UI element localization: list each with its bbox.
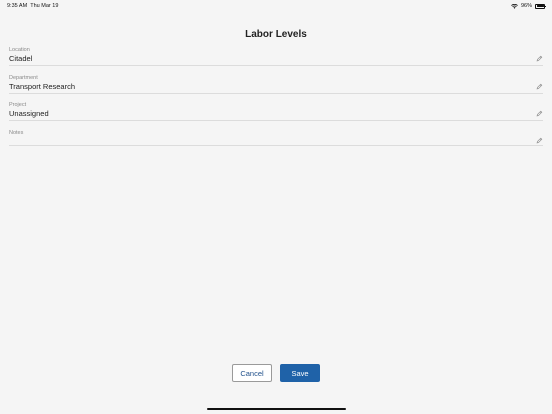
status-time-text: 9:35 AM: [7, 3, 28, 9]
project-field[interactable]: Project Unassigned: [9, 102, 543, 121]
status-time: 9:35 AM Thu Mar 19: [7, 3, 58, 9]
pencil-icon[interactable]: [536, 55, 543, 62]
location-value[interactable]: Citadel: [9, 54, 32, 63]
pencil-icon[interactable]: [536, 137, 543, 144]
battery-icon: [535, 3, 546, 9]
department-field[interactable]: Department Transport Research: [9, 75, 543, 94]
battery-fill: [536, 5, 545, 7]
status-date-text: Thu Mar 19: [30, 3, 59, 9]
project-label: Project: [9, 102, 27, 108]
pencil-icon[interactable]: [536, 83, 543, 90]
wifi-icon: [511, 3, 518, 9]
location-label: Location: [9, 47, 30, 53]
notes-field[interactable]: Notes: [9, 130, 543, 146]
save-button[interactable]: Save: [280, 364, 320, 382]
project-value[interactable]: Unassigned: [9, 109, 49, 118]
action-buttons: Cancel Save: [0, 364, 552, 382]
location-field[interactable]: Location Citadel: [9, 47, 543, 66]
status-right: 96%: [511, 3, 546, 9]
status-bar: 9:35 AM Thu Mar 19 96%: [0, 0, 552, 11]
home-indicator[interactable]: [207, 408, 346, 410]
battery-percent: 96%: [520, 3, 532, 9]
department-value[interactable]: Transport Research: [9, 82, 75, 91]
pencil-icon[interactable]: [536, 110, 543, 117]
page-title: Labor Levels: [245, 29, 307, 40]
cancel-button[interactable]: Cancel: [232, 364, 272, 382]
notes-label: Notes: [9, 130, 24, 136]
department-label: Department: [9, 75, 38, 81]
